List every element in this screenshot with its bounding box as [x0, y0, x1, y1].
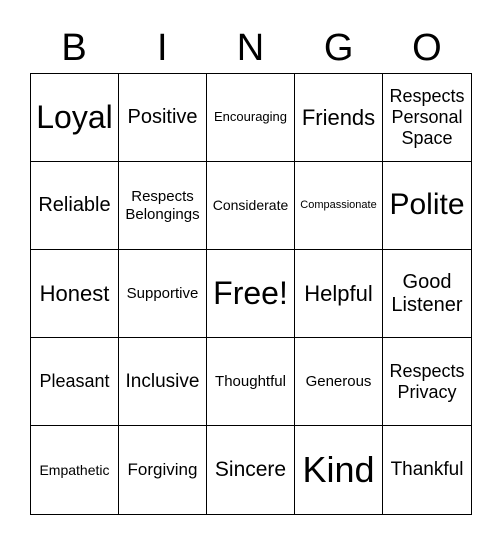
bingo-cell-text: Loyal: [36, 99, 113, 136]
bingo-cell[interactable]: Empathetic: [31, 426, 119, 514]
bingo-cell[interactable]: Polite: [383, 162, 471, 250]
bingo-cell-text: Generous: [305, 372, 372, 390]
bingo-cell[interactable]: Supportive: [119, 250, 207, 338]
bingo-grid: Loyal Positive Encouraging Friends Respects …: [30, 73, 472, 515]
bingo-cell-text: Thankful: [390, 459, 464, 481]
bingo-cell-text: Helpful: [304, 280, 373, 306]
bingo-cell[interactable]: Free!: [207, 250, 295, 338]
bingo-cell-text: Empathetic: [39, 461, 110, 478]
bingo-cell[interactable]: Loyal: [31, 74, 119, 162]
bingo-cell-text: Inclusive: [125, 370, 200, 392]
bingo-cell-text: Positive: [127, 106, 198, 128]
bingo-cell-text: Supportive: [126, 284, 199, 302]
bingo-cell[interactable]: Sincere: [207, 426, 295, 514]
bingo-cell-text: Honest: [39, 280, 110, 306]
header-letter-i: I: [157, 27, 168, 69]
bingo-cell-text: Respects Personal Space: [389, 86, 465, 148]
header-letter-n: N: [236, 27, 265, 69]
bingo-cell[interactable]: Compassionate: [295, 162, 383, 250]
bingo-cell-text: Friends: [301, 104, 376, 130]
bingo-cell[interactable]: Friends: [295, 74, 383, 162]
bingo-cell[interactable]: Considerate: [207, 162, 295, 250]
bingo-cell[interactable]: Respects Belongings: [119, 162, 207, 250]
header-letter-g: G: [323, 27, 354, 69]
header-letter-o: O: [412, 27, 442, 69]
bingo-cell-text: Encouraging: [214, 109, 287, 125]
bingo-cell[interactable]: Thoughtful: [207, 338, 295, 426]
bingo-cell-text: Polite: [389, 188, 465, 222]
bingo-cell-text: Compassionate: [300, 199, 377, 212]
bingo-cell[interactable]: Thankful: [383, 426, 471, 514]
bingo-cell-text: Kind: [302, 449, 375, 491]
bingo-cell-text: Thoughtful: [215, 372, 286, 390]
bingo-cell-text: Respects Belongings: [125, 188, 200, 223]
bingo-cell[interactable]: Reliable: [31, 162, 119, 250]
bingo-cell[interactable]: Good Listener: [383, 250, 471, 338]
bingo-cell[interactable]: Inclusive: [119, 338, 207, 426]
bingo-cell[interactable]: Generous: [295, 338, 383, 426]
bingo-cell-text: Free!: [213, 275, 288, 312]
bingo-cell[interactable]: Helpful: [295, 250, 383, 338]
bingo-cell[interactable]: Positive: [119, 74, 207, 162]
bingo-cell[interactable]: Forgiving: [119, 426, 207, 514]
bingo-cell[interactable]: Respects Personal Space: [383, 74, 471, 162]
bingo-cell-text: Good Listener: [391, 270, 463, 316]
bingo-header: B I N G O: [30, 22, 471, 74]
header-letter-b: B: [61, 27, 87, 69]
bingo-cell-text: Pleasant: [39, 371, 110, 392]
bingo-cell[interactable]: Honest: [31, 250, 119, 338]
bingo-cell-text: Forgiving: [127, 460, 198, 480]
bingo-cell[interactable]: Kind: [295, 426, 383, 514]
bingo-cell[interactable]: Pleasant: [31, 338, 119, 426]
bingo-cell[interactable]: Respects Privacy: [383, 338, 471, 426]
bingo-cell-text: Sincere: [214, 457, 287, 481]
bingo-cell-text: Considerate: [212, 197, 289, 214]
bingo-cell[interactable]: Encouraging: [207, 74, 295, 162]
bingo-cell-text: Respects Privacy: [389, 360, 465, 402]
bingo-cell-text: Reliable: [38, 194, 111, 216]
